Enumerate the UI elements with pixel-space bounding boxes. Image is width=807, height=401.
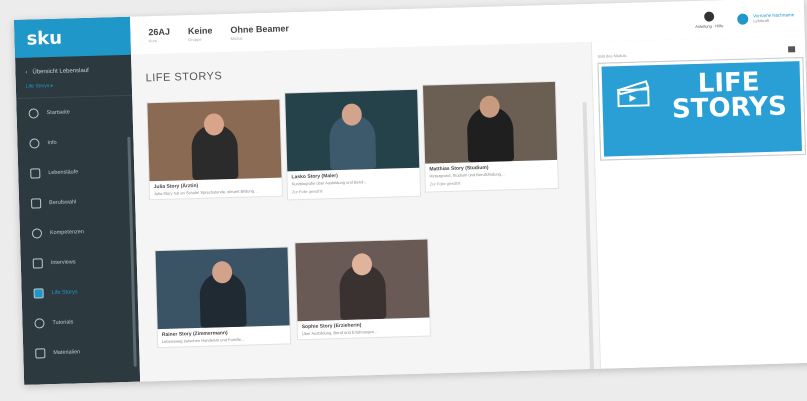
header-right: Anleitung · Hilfe Vorname Nachname Lehrk… [695,8,805,28]
sidebar: sku ‹ Übersicht Lebenslauf Life Storys ▸… [14,16,141,385]
life-storys-banner: LIFE STORYS [597,56,807,161]
sidebar-item-label: Lebensläufe [48,169,79,177]
person-icon [34,318,45,329]
sidebar-item-label: Materialien [53,349,81,357]
sidebar-item-info[interactable]: Info [17,126,134,159]
video-thumbnail[interactable] [285,89,420,172]
main-scrollbar[interactable] [582,102,595,373]
header-group-label: Gruppe [188,36,202,43]
header-mode-label: Modus [230,35,243,41]
back-link[interactable]: ‹ Übersicht Lebenslauf [15,55,132,82]
header-group-value: Keine [187,25,213,37]
app-window: sku ‹ Übersicht Lebenslauf Life Storys ▸… [14,0,807,385]
user-role: Lehrkraft [753,18,770,24]
film-icon [33,288,44,299]
main-content: LIFE STORYS Julia Story (Ärztin) Julia S… [131,41,600,382]
user-menu[interactable]: Vorname Nachname Lehrkraft [737,12,794,25]
video-thumbnail[interactable] [155,247,290,330]
sidebar-item-label: Tutorials [52,319,74,327]
sidebar-item-label: Berufswahl [49,199,77,207]
banner-line-2: STORYS [671,91,788,125]
right-panel: Bild des Moduls LIFE STORYS [590,35,807,369]
sidebar-item-label: Interviews [50,259,76,267]
story-card[interactable]: Lasko Story (Maler) Kurzbiografie über A… [284,88,422,201]
logo[interactable]: sku [14,16,132,58]
header-course[interactable]: 26AJ Kurs [148,27,170,44]
video-thumbnail[interactable] [147,99,282,182]
banner-text: LIFE STORYS [671,67,788,125]
module-image-label: Bild des Moduls [598,52,627,59]
logo-text: sku [26,27,63,50]
target-icon [31,228,43,239]
video-thumbnail[interactable] [422,81,558,164]
sidebar-item-life-storys[interactable]: Life Storys [21,276,138,309]
sidebar-item-label: Startseite [46,109,70,117]
sidebar-item-tutorials[interactable]: Tutorials [22,306,139,339]
clock-icon [28,108,39,119]
chat-icon [32,258,43,269]
help-label: Anleitung · Hilfe [695,22,724,29]
download-icon [35,348,46,359]
sidebar-item-kompetenzen[interactable]: Kompetenzen [20,216,137,249]
sidebar-item-label: Info [47,139,57,147]
header-mode[interactable]: Ohne Beamer Modus [230,23,289,41]
story-card[interactable]: Julia Story (Ärztin) Julia Story hat an … [146,98,284,201]
handshake-icon [30,198,42,209]
header-group[interactable]: Keine Gruppe [188,25,213,42]
avatar [737,13,749,25]
back-label: Übersicht Lebenslauf [32,67,89,76]
sidebar-item-lebenslaeufe[interactable]: Lebensläufe [18,156,135,189]
header-course-label: Kurs [148,38,157,44]
story-card[interactable]: Rainer Story (Zimmermann) Lebensweg zwis… [154,246,292,349]
header-mode-value: Ohne Beamer [230,23,290,35]
header-course-value: 26AJ [148,26,171,38]
sidebar-item-berufswahl[interactable]: Berufswahl [19,186,136,219]
sidebar-item-label: Life Storys [51,289,78,297]
sidebar-item-interviews[interactable]: Interviews [20,246,137,279]
clapperboard-icon [616,80,650,108]
help-button[interactable]: Anleitung · Hilfe [695,10,724,29]
sidebar-item-startseite[interactable]: Startseite [16,96,133,129]
page-title: LIFE STORYS [145,70,223,85]
story-card[interactable]: Matthias Story (Studium) Hintergrund, St… [421,80,559,193]
video-thumbnail[interactable] [295,239,430,322]
sidebar-item-label: Kompetenzen [49,229,84,237]
sidebar-menu: Startseite Info Lebensläufe Berufswahl K… [16,96,139,369]
image-icon[interactable] [788,46,796,53]
sidebar-item-materialien[interactable]: Materialien [23,336,140,369]
chevron-left-icon: ‹ [25,69,28,76]
people-icon [30,168,41,179]
help-icon [703,10,715,22]
info-icon [29,138,40,149]
story-card[interactable]: Sophie Story (Erzieherin) Über Ausbildun… [294,238,432,341]
